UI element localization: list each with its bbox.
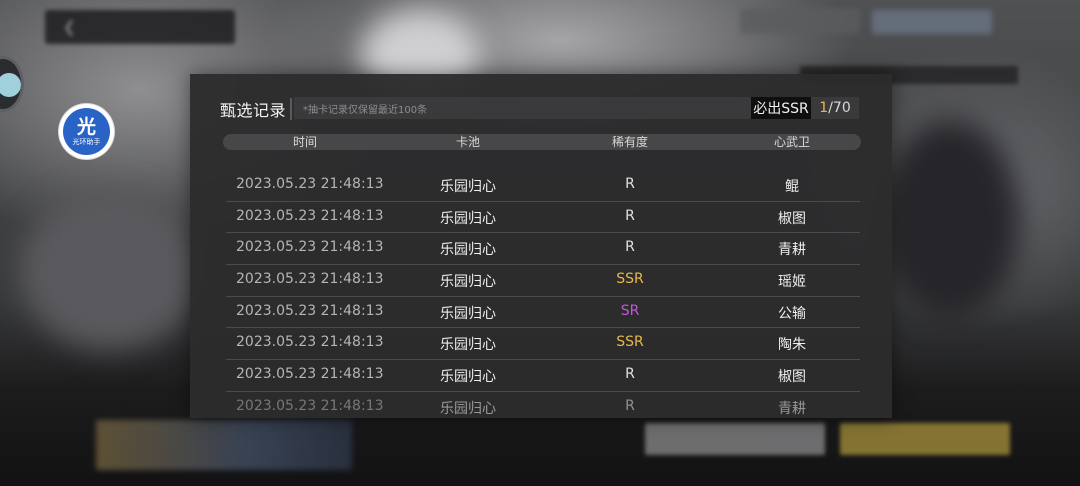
assistant-floating-button[interactable]: 光 光环助手	[59, 104, 114, 159]
cell-time: 2023.05.23 21:48:13	[236, 302, 384, 319]
cell-time: 2023.05.23 21:48:13	[236, 176, 384, 192]
cell-rarity: R	[625, 397, 635, 414]
pity-counter: 1/70	[811, 97, 859, 119]
multi-draw-button	[840, 423, 1010, 455]
table-row: 2023.05.23 21:48:13 乐园归心 SSR 瑶姬	[226, 265, 860, 297]
assistant-caption: 光环助手	[72, 137, 101, 146]
table-row: 2023.05.23 21:48:13 乐园归心 R 青耕	[226, 233, 860, 266]
pity-current: 1	[819, 100, 829, 116]
cell-weapon: 椒图	[778, 210, 806, 227]
column-header-pool: 卡池	[455, 135, 481, 149]
cell-pool: 乐园归心	[440, 337, 496, 354]
table-row: 2023.05.23 21:48:13 乐园归心 SR 公输	[226, 297, 860, 329]
cell-weapon: 公输	[778, 305, 806, 322]
table-row: 2023.05.23 21:48:13 乐园归心 R 鲲	[226, 170, 860, 202]
cell-weapon: 瑶姬	[778, 274, 806, 291]
column-header-weapon: 心武卫	[773, 135, 811, 149]
table-row: 2023.05.23 21:48:13 乐园归心 R 椒图	[226, 360, 860, 392]
cell-weapon: 陶朱	[778, 337, 806, 354]
single-draw-button	[645, 423, 825, 455]
pity-total: 70	[832, 100, 851, 116]
cell-pool: 乐园归心	[440, 274, 496, 291]
record-list[interactable]: 2023.05.23 21:48:13 乐园归心 R 鲲 2023.05.23 21:4…	[226, 170, 860, 418]
cell-time: 2023.05.23 21:48:13	[236, 366, 384, 383]
top-resource-bar	[872, 10, 992, 34]
cell-pool: 乐园归心	[440, 369, 496, 386]
cell-weapon: 青耕	[778, 242, 806, 259]
table-row: 2023.05.23 21:48:13 乐园归心 R 青耕	[226, 392, 860, 418]
cell-time: 2023.05.23 21:48:13	[236, 397, 384, 414]
background-figure	[20, 190, 200, 350]
cell-weapon: 椒图	[778, 369, 806, 386]
notice-text: *抽卡记录仅保留最近100条	[303, 105, 428, 116]
assistant-logo-icon: 光 光环助手	[63, 108, 110, 155]
back-arrow-icon: ❮	[63, 18, 76, 36]
cell-rarity: SSR	[616, 334, 644, 351]
cell-rarity: R	[625, 366, 635, 383]
avatar-face-icon	[0, 73, 21, 97]
dialog-title: 甄选记录	[220, 101, 287, 120]
column-header-rarity: 稀有度	[611, 135, 649, 149]
top-resource-bar	[740, 8, 860, 34]
cell-pool: 乐园归心	[440, 210, 496, 227]
background-figure	[880, 120, 1020, 320]
cell-pool: 乐园归心	[440, 305, 496, 322]
table-header: 时间 卡池 稀有度 心武卫	[223, 134, 861, 150]
table-row: 2023.05.23 21:48:13 乐园归心 SSR 陶朱	[226, 328, 860, 361]
cell-weapon: 鲲	[785, 179, 799, 195]
notice-bar: *抽卡记录仅保留最近100条	[294, 97, 754, 119]
title-divider	[290, 98, 292, 120]
cell-rarity: R	[625, 207, 635, 224]
assistant-glyph: 光	[76, 115, 96, 138]
cell-time: 2023.05.23 21:48:13	[236, 239, 384, 256]
cell-rarity: SSR	[616, 271, 644, 288]
cell-pool: 乐园归心	[440, 242, 496, 259]
pity-label: 必出SSR	[751, 97, 811, 119]
cell-time: 2023.05.23 21:48:13	[236, 271, 384, 288]
cell-rarity: R	[625, 176, 635, 192]
cell-rarity: R	[625, 239, 635, 256]
cell-pool: 乐园归心	[440, 400, 496, 417]
column-header-time: 时间	[292, 135, 318, 149]
cell-time: 2023.05.23 21:48:13	[236, 334, 384, 351]
table-row: 2023.05.23 21:48:13 乐园归心 R 椒图	[226, 202, 860, 234]
gacha-record-dialog: 甄选记录 *抽卡记录仅保留最近100条 必出SSR 1/70 时间 卡池 稀有度…	[190, 74, 892, 418]
top-back-bar[interactable]: ❮	[45, 10, 235, 44]
cell-rarity: SR	[620, 302, 640, 319]
cell-time: 2023.05.23 21:48:13	[236, 207, 384, 224]
banner-card	[96, 420, 352, 470]
cell-pool: 乐园归心	[440, 179, 496, 195]
cell-weapon: 青耕	[778, 400, 806, 417]
